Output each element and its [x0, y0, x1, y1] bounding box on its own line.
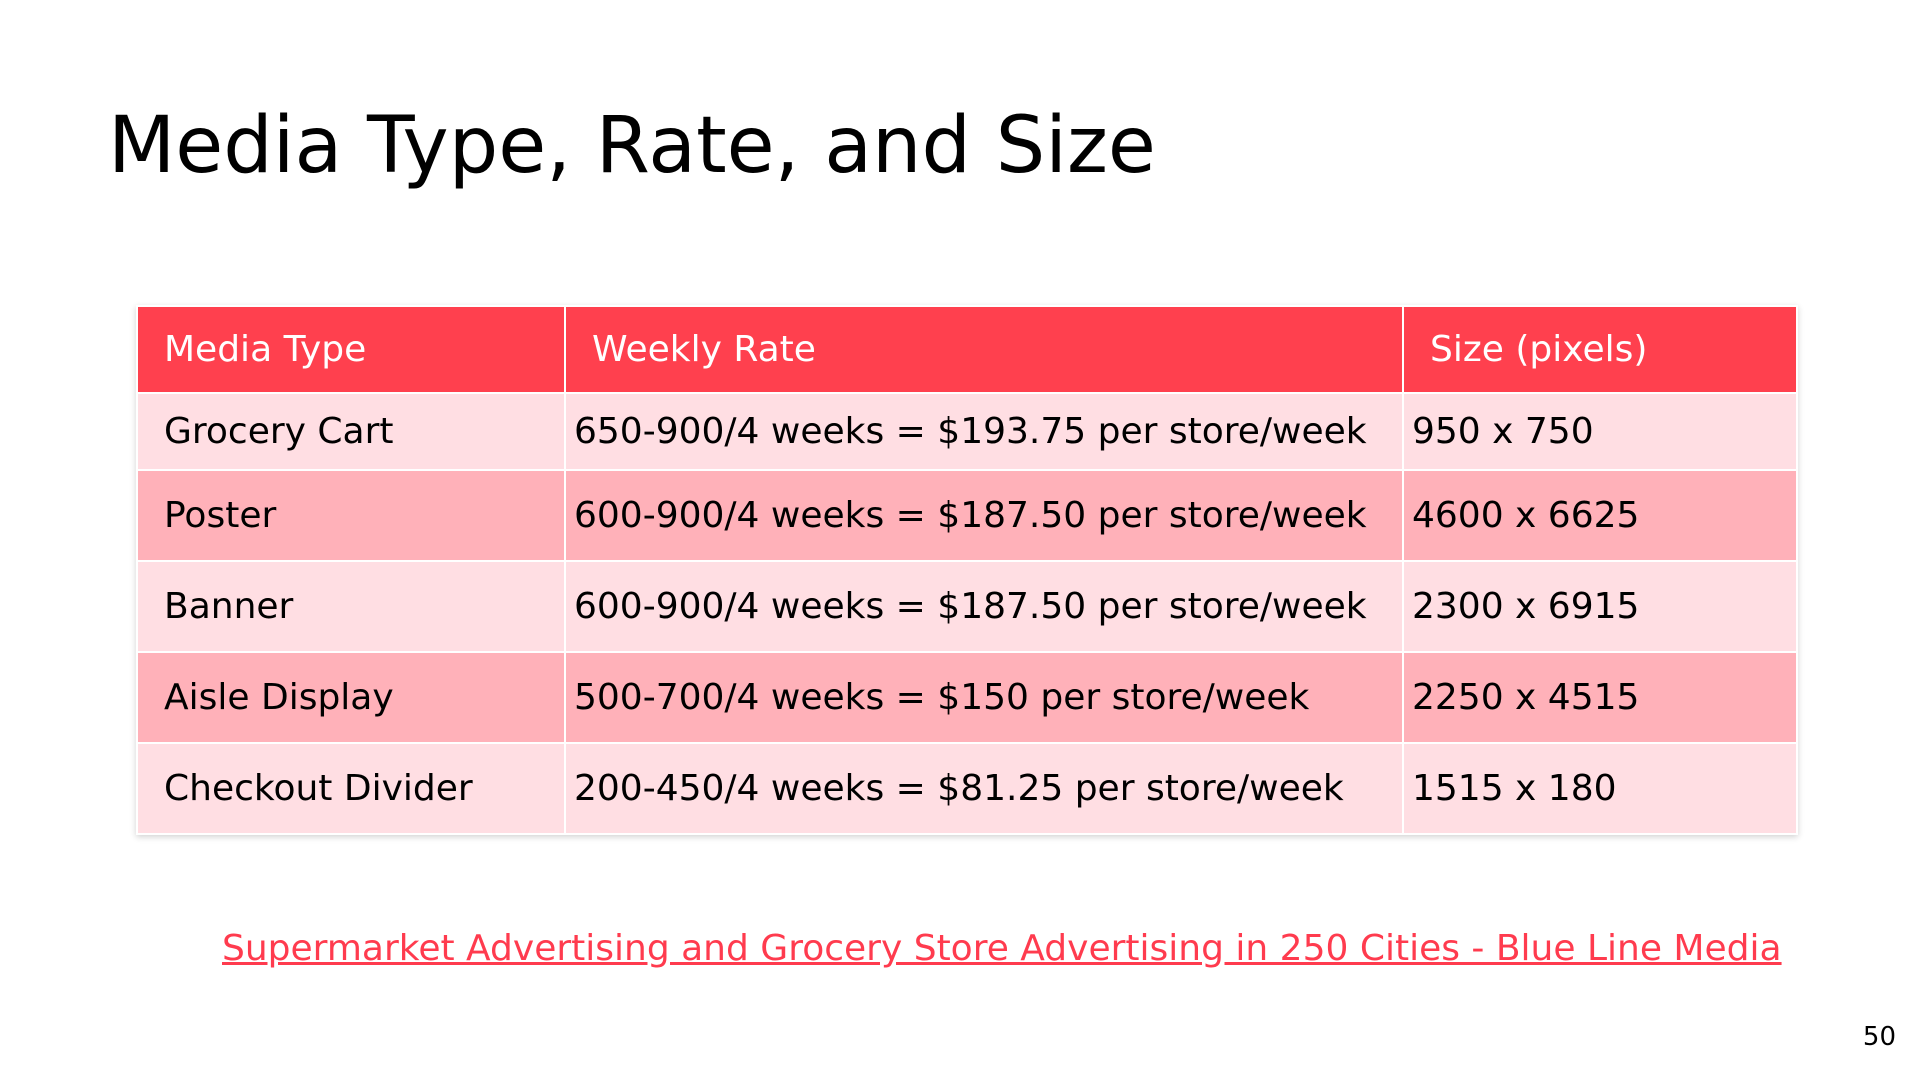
cell-size: 950 x 750	[1402, 392, 1798, 471]
table-row: Grocery Cart 650-900/4 weeks = $193.75 p…	[136, 392, 1798, 471]
cell-weekly-rate: 200-450/4 weeks = $81.25 per store/week	[564, 742, 1404, 835]
cell-media-type: Aisle Display	[136, 651, 566, 744]
cell-media-type: Grocery Cart	[136, 392, 566, 471]
cell-size: 2250 x 4515	[1402, 651, 1798, 744]
table-row: Aisle Display 500-700/4 weeks = $150 per…	[136, 651, 1798, 744]
header-media-type: Media Type	[136, 305, 566, 394]
cell-media-type: Checkout Divider	[136, 742, 566, 835]
cell-media-type: Banner	[136, 560, 566, 653]
cell-weekly-rate: 500-700/4 weeks = $150 per store/week	[564, 651, 1404, 744]
slide-number: 50	[1862, 1022, 1896, 1052]
source-link[interactable]: Supermarket Advertising and Grocery Stor…	[222, 928, 1782, 969]
cell-weekly-rate: 650-900/4 weeks = $193.75 per store/week	[564, 392, 1404, 471]
table-row: Poster 600-900/4 weeks = $187.50 per sto…	[136, 469, 1798, 562]
table-row: Banner 600-900/4 weeks = $187.50 per sto…	[136, 560, 1798, 653]
header-size: Size (pixels)	[1402, 305, 1798, 394]
cell-size: 1515 x 180	[1402, 742, 1798, 835]
cell-weekly-rate: 600-900/4 weeks = $187.50 per store/week	[564, 469, 1404, 562]
header-weekly-rate: Weekly Rate	[564, 305, 1404, 394]
cell-size: 4600 x 6625	[1402, 469, 1798, 562]
table-row: Checkout Divider 200-450/4 weeks = $81.2…	[136, 742, 1798, 835]
cell-media-type: Poster	[136, 469, 566, 562]
media-rate-size-table: Media Type Weekly Rate Size (pixels) Gro…	[136, 305, 1798, 835]
cell-weekly-rate: 600-900/4 weeks = $187.50 per store/week	[564, 560, 1404, 653]
slide-title: Media Type, Rate, and Size	[108, 101, 1156, 191]
cell-size: 2300 x 6915	[1402, 560, 1798, 653]
table-header-row: Media Type Weekly Rate Size (pixels)	[136, 305, 1798, 394]
